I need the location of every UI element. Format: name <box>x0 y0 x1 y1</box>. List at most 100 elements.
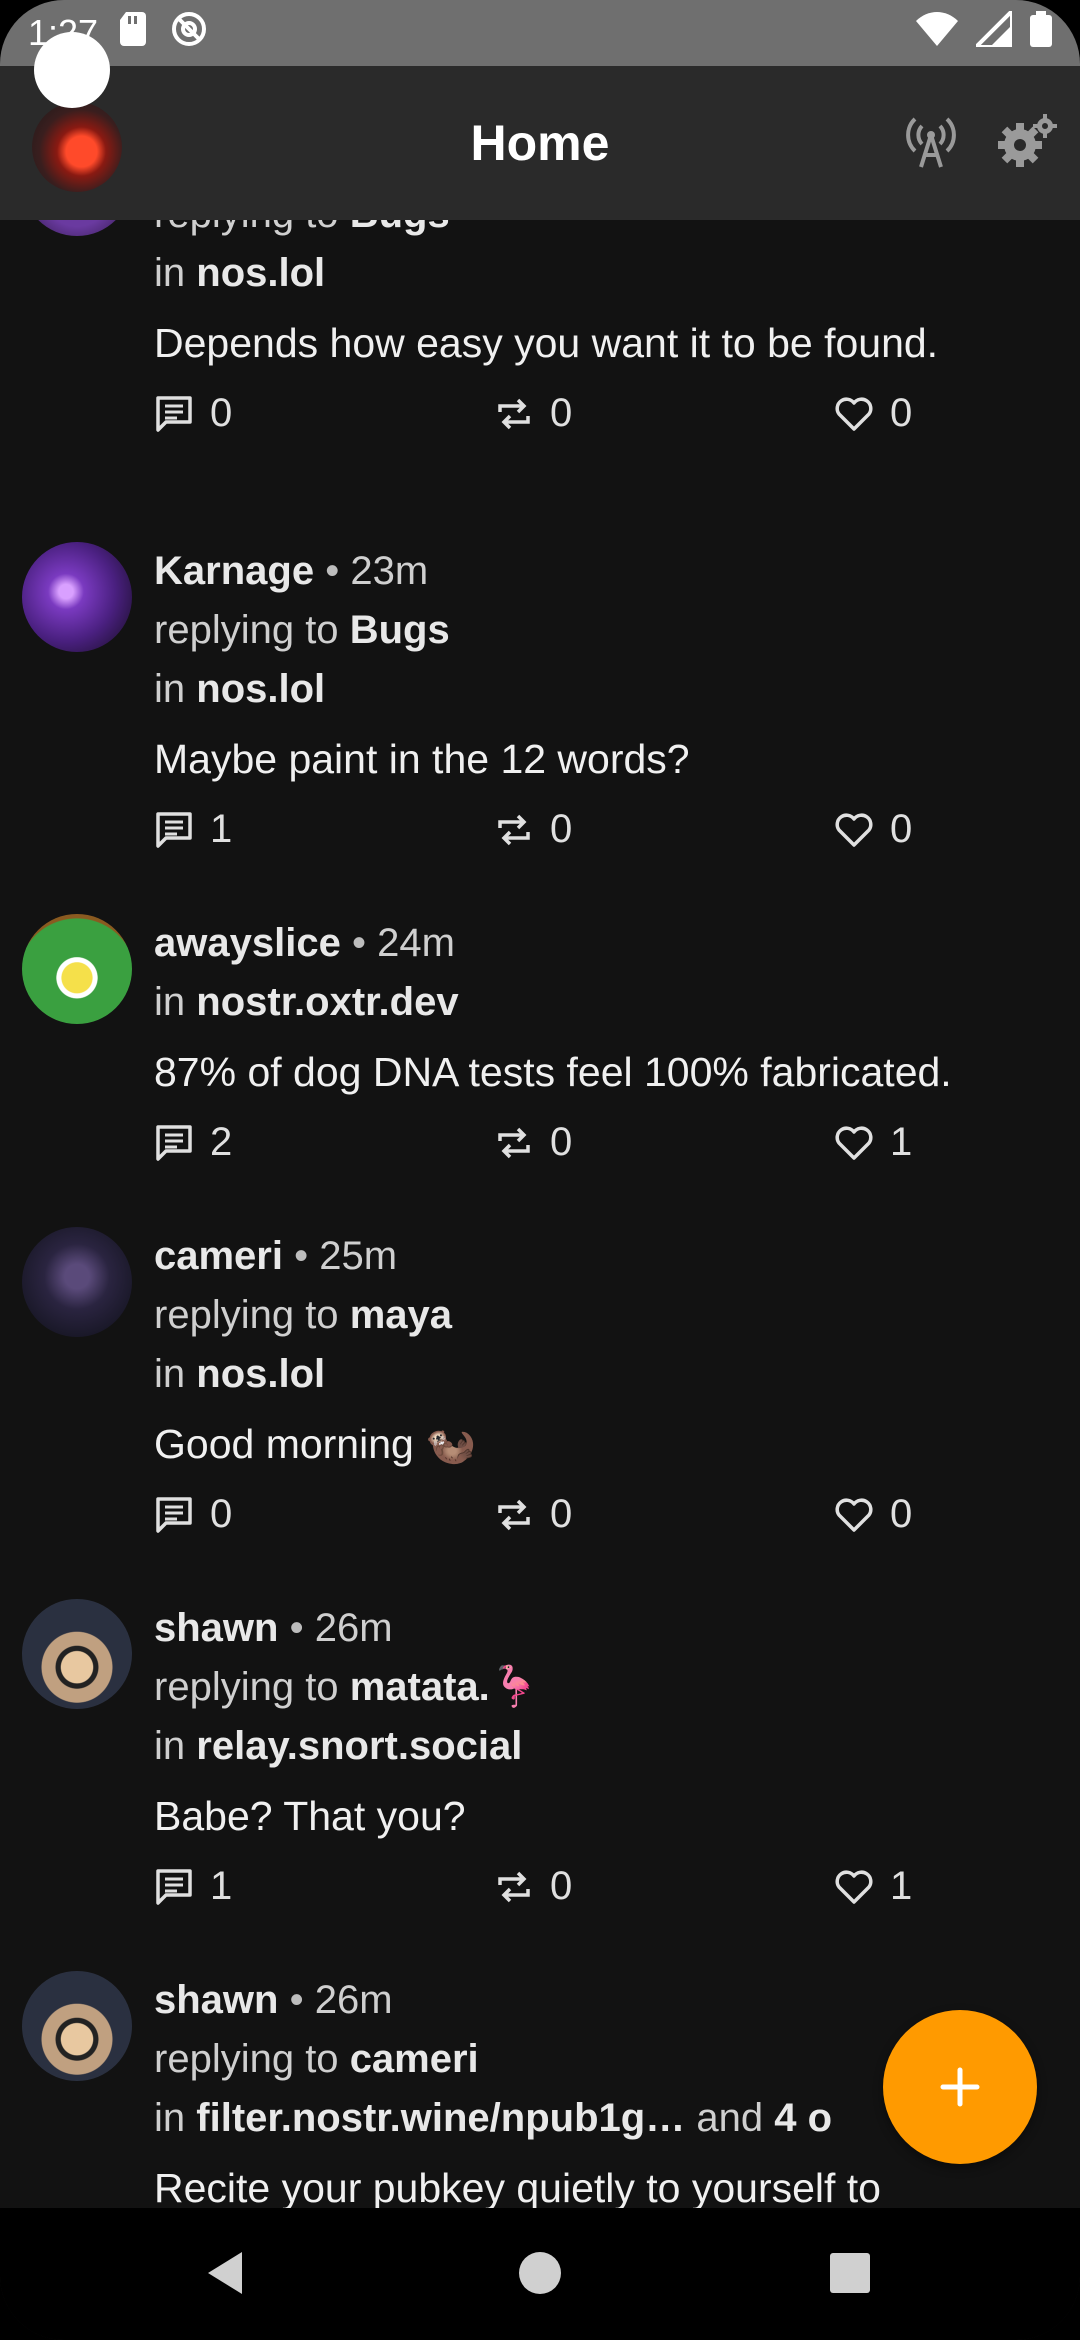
settings-button[interactable] <box>994 110 1060 176</box>
heart-icon <box>835 1498 873 1532</box>
reply-button[interactable]: 1 <box>154 1864 232 1909</box>
reply-target[interactable]: maya <box>350 1293 452 1337</box>
like-button[interactable]: 0 <box>834 807 912 852</box>
like-count: 1 <box>890 1864 913 1908</box>
relay-name[interactable]: nos.lol <box>196 667 325 711</box>
relay-line: in nostr.oxtr.dev <box>154 973 1060 1032</box>
relay-name[interactable]: nostr.oxtr.dev <box>196 980 458 1024</box>
like-button[interactable]: 1 <box>834 1864 912 1909</box>
note-time: 24m <box>377 921 455 965</box>
author-name[interactable]: awayslice <box>154 921 341 965</box>
back-button[interactable] <box>190 2238 260 2308</box>
author-name[interactable]: shawn <box>154 1606 278 1650</box>
author-name[interactable]: cameri <box>154 1234 283 1278</box>
separator: • <box>289 1978 304 2022</box>
repost-button[interactable]: 0 <box>494 807 572 852</box>
relay-line: in nos.lol <box>154 660 1060 719</box>
note-actions: 1 0 0 <box>154 807 1060 867</box>
repost-count: 0 <box>550 1864 573 1908</box>
top-app-bar: Home <box>0 66 1080 220</box>
in-label: in <box>154 667 186 711</box>
repost-count: 0 <box>550 1120 573 1164</box>
author-avatar[interactable] <box>22 542 132 652</box>
reply-context: replying to Bugs <box>154 220 1060 244</box>
repost-icon <box>498 1127 530 1158</box>
reply-icon <box>156 1868 192 1905</box>
reply-context: replying to Bugs <box>154 601 1060 660</box>
reply-count: 0 <box>210 391 233 435</box>
heart-icon <box>835 813 873 847</box>
reply-button[interactable]: 0 <box>154 391 232 436</box>
author-avatar[interactable] <box>22 1227 132 1337</box>
heart-icon <box>835 1126 873 1160</box>
relay-name[interactable]: filter.nostr.wine/npub1g… <box>196 2096 685 2140</box>
reply-button[interactable]: 0 <box>154 1492 232 1537</box>
relays-button[interactable] <box>898 110 964 176</box>
reply-button[interactable]: 1 <box>154 807 232 852</box>
back-triangle-icon <box>208 2252 242 2294</box>
relay-line: in relay.snort.social <box>154 1717 1060 1776</box>
replying-to-label: replying to <box>154 1665 339 1709</box>
author-avatar[interactable] <box>22 1599 132 1709</box>
like-button[interactable]: 0 <box>834 391 912 436</box>
relay-name[interactable]: nos.lol <box>196 1352 325 1396</box>
in-label: in <box>154 1352 186 1396</box>
author-avatar[interactable] <box>22 1971 132 2081</box>
note-header: Karnage • 23m <box>154 542 1060 601</box>
and-label: and <box>696 2096 764 2140</box>
new-note-button[interactable] <box>883 2010 1037 2164</box>
repost-icon <box>498 398 530 429</box>
repost-count: 0 <box>550 391 573 435</box>
home-button[interactable] <box>505 2238 575 2308</box>
like-button[interactable]: 0 <box>834 1492 912 1537</box>
note-content: Depends how easy you want it to be found… <box>154 320 939 366</box>
in-label: in <box>154 2096 186 2140</box>
repost-button[interactable]: 0 <box>494 1492 572 1537</box>
note-time: 23m <box>350 549 429 593</box>
reply-target[interactable]: cameri <box>350 2037 479 2081</box>
separator: • <box>325 549 340 593</box>
replying-to-label: replying to <box>154 220 339 236</box>
note-content: 87% of dog DNA tests feel 100% fabricate… <box>154 1049 952 1095</box>
repost-icon <box>498 814 530 845</box>
notes-feed[interactable]: replying to Bugs in nos.lol Depends how … <box>0 220 1080 2208</box>
like-count: 1 <box>890 1120 913 1164</box>
plus-icon <box>940 2067 980 2107</box>
heart-icon <box>835 397 873 431</box>
reply-target[interactable]: matata.🦩 <box>350 1665 540 1709</box>
repost-button[interactable]: 0 <box>494 1120 572 1165</box>
repost-count: 0 <box>550 1492 573 1536</box>
wifi-icon <box>916 11 958 55</box>
author-avatar[interactable] <box>22 914 132 1024</box>
heart-icon <box>835 1870 873 1904</box>
note-header: cameri • 25m <box>154 1227 1060 1286</box>
reply-target[interactable]: Bugs <box>350 220 450 236</box>
note-content: Good morning 🦦 <box>154 1421 477 1467</box>
repost-count: 0 <box>550 807 573 851</box>
reply-button[interactable]: 2 <box>154 1120 232 1165</box>
recents-button[interactable] <box>815 2238 885 2308</box>
relay-name[interactable]: nos.lol <box>196 251 325 295</box>
more-relays[interactable]: 4 o <box>774 2096 832 2140</box>
signal-icon <box>971 5 1014 56</box>
author-name[interactable]: shawn <box>154 1978 278 2022</box>
author-avatar[interactable] <box>22 220 132 236</box>
profile-avatar[interactable] <box>32 102 122 192</box>
like-button[interactable]: 1 <box>834 1120 912 1165</box>
in-label: in <box>154 251 186 295</box>
reply-context: replying to maya <box>154 1286 1060 1345</box>
relay-name[interactable]: relay.snort.social <box>196 1724 522 1768</box>
author-name[interactable]: Karnage <box>154 549 314 593</box>
like-count: 0 <box>890 807 913 851</box>
reply-count: 0 <box>210 1492 233 1536</box>
relay-line: in nos.lol <box>154 1345 1060 1404</box>
note-actions: 2 0 1 <box>154 1120 1060 1180</box>
repost-button[interactable]: 0 <box>494 1864 572 1909</box>
repost-button[interactable]: 0 <box>494 391 572 436</box>
in-label: in <box>154 1724 186 1768</box>
system-nav-bar <box>0 2208 1080 2340</box>
gear-icon <box>996 113 1058 174</box>
reply-target[interactable]: Bugs <box>350 608 450 652</box>
note-time: 25m <box>319 1234 398 1278</box>
no-sync-icon <box>170 10 208 57</box>
